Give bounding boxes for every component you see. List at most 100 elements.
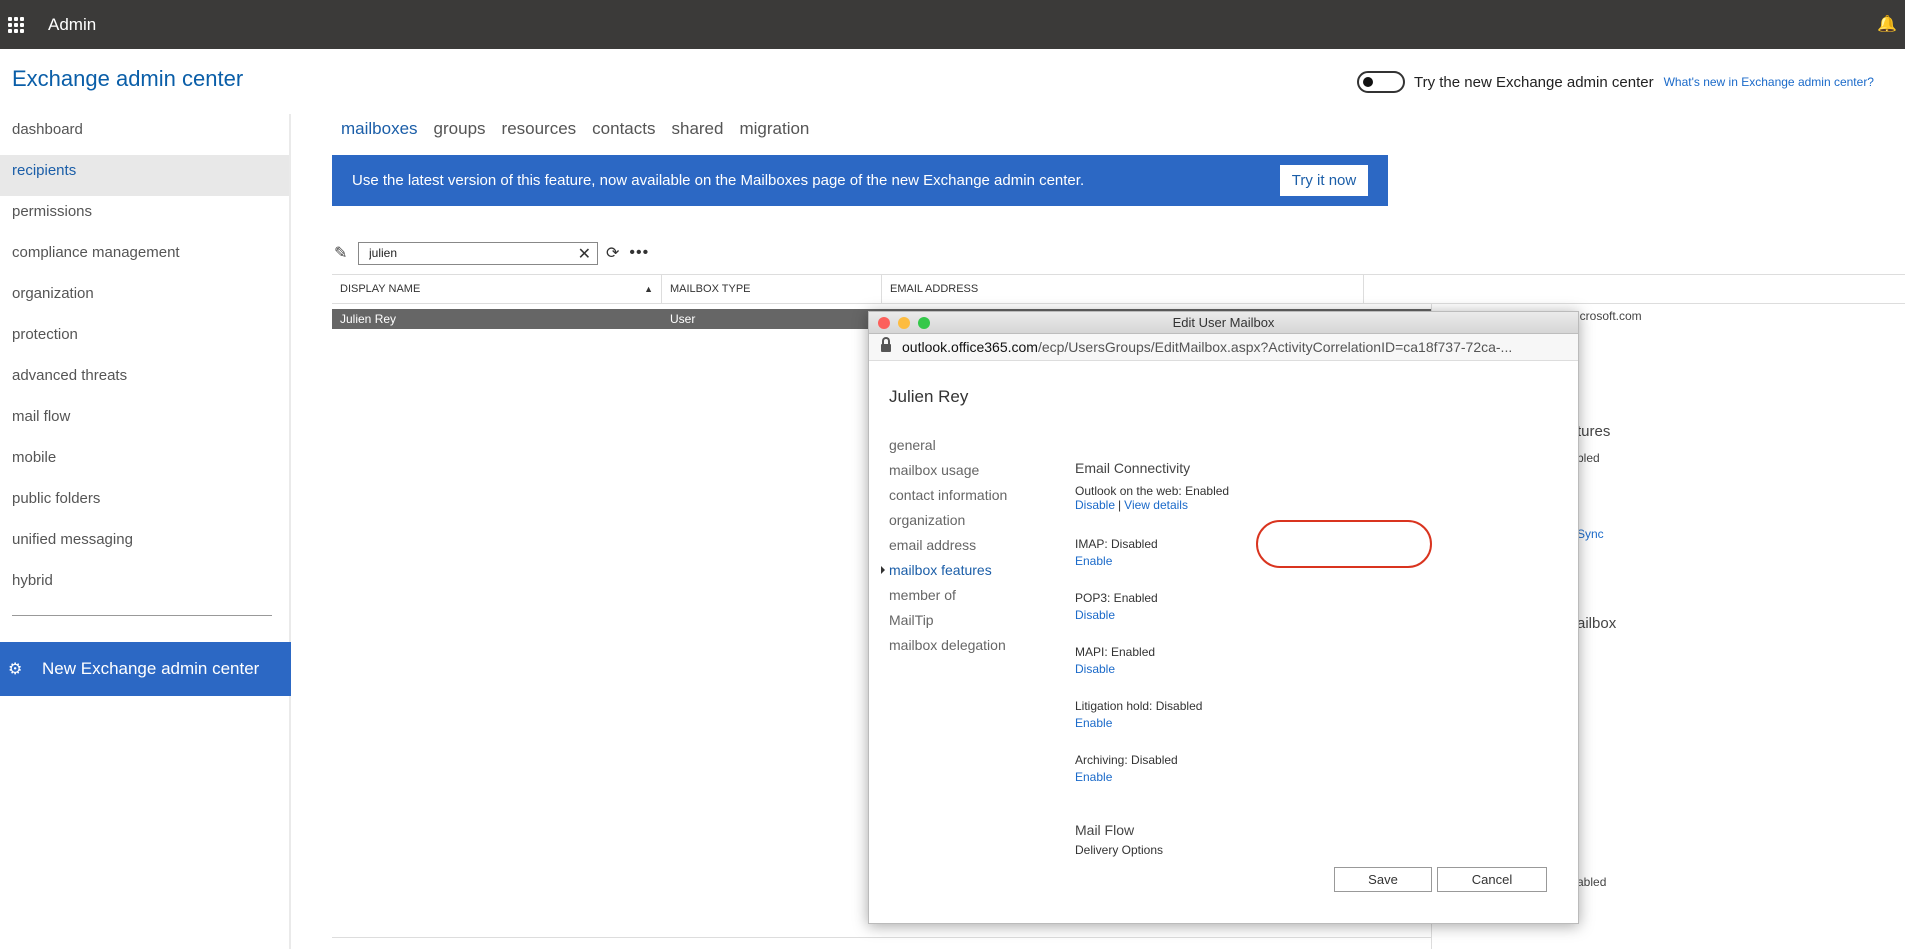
lock-icon: [881, 337, 891, 352]
section-member-of[interactable]: member of: [889, 584, 1007, 609]
nav-item-dashboard[interactable]: dashboard: [0, 114, 289, 155]
archiving-status: Archiving: Disabled: [1075, 753, 1178, 767]
details-mailbox-partial: ailbox: [1577, 615, 1617, 632]
pop3-status: POP3: Enabled: [1075, 591, 1158, 605]
window-title: Edit User Mailbox: [1172, 315, 1275, 330]
search-input[interactable]: [359, 242, 569, 264]
email-connectivity-heading: Email Connectivity: [1075, 460, 1191, 476]
app-launcher-icon[interactable]: [8, 16, 24, 33]
feature-delivery-options: Delivery Options: [1075, 843, 1163, 857]
refresh-icon[interactable]: ⟳: [606, 243, 619, 263]
feature-litigation-hold: Litigation hold: Disabled Enable: [1075, 699, 1202, 730]
toggle-knob: [1363, 77, 1373, 87]
url-path: /ecp/UsersGroups/EditMailbox.aspx?Activi…: [1037, 339, 1513, 355]
mail-flow-heading: Mail Flow: [1075, 822, 1135, 838]
new-eac-button[interactable]: ⚙ New Exchange admin center: [0, 642, 291, 696]
tab-contacts[interactable]: contacts: [592, 119, 655, 139]
nav-item-protection[interactable]: protection: [0, 319, 289, 360]
section-mailbox-delegation[interactable]: mailbox delegation: [889, 634, 1007, 659]
table-header: DISPLAY NAME ▲ MAILBOX TYPE EMAIL ADDRES…: [332, 274, 1905, 304]
owa-disable-link[interactable]: Disable: [1075, 498, 1115, 512]
nav-item-hybrid[interactable]: hybrid: [0, 565, 289, 606]
nav-item-public-folders[interactable]: public folders: [0, 483, 289, 524]
zoom-window-button[interactable]: [918, 317, 930, 329]
exchange-icon: ⚙: [8, 661, 23, 678]
section-email-address[interactable]: email address: [889, 534, 1007, 559]
window-titlebar: Edit User Mailbox: [869, 312, 1578, 334]
section-mailbox-usage[interactable]: mailbox usage: [889, 459, 1007, 484]
details-sync-partial[interactable]: Sync: [1577, 527, 1604, 541]
search-box: ✕: [358, 241, 598, 265]
edit-user-mailbox-window: Edit User Mailbox outlook.office365.com /…: [868, 311, 1579, 924]
section-mailtip[interactable]: MailTip: [889, 609, 1007, 634]
notification-bell-icon[interactable]: 🔔: [1877, 14, 1897, 34]
whats-new-link[interactable]: What's new in Exchange admin center?: [1664, 75, 1874, 89]
pop3-disable-link[interactable]: Disable: [1075, 608, 1158, 622]
col-display-name-label: DISPLAY NAME: [340, 283, 421, 295]
col-display-name[interactable]: DISPLAY NAME ▲: [332, 275, 662, 304]
nav-item-compliance-management[interactable]: compliance management: [0, 237, 289, 278]
page-title: Exchange admin center: [12, 66, 244, 91]
section-general[interactable]: general: [889, 434, 1007, 459]
url-bar[interactable]: outlook.office365.com/ecp/UsersGroups/Ed…: [869, 334, 1578, 361]
new-eac-toggle-group: Try the new Exchange admin center What's…: [1357, 71, 1874, 93]
mailbox-user-name: Julien Rey: [889, 387, 969, 406]
tab-resources[interactable]: resources: [502, 119, 577, 139]
new-eac-toggle[interactable]: [1357, 71, 1405, 93]
tab-groups[interactable]: groups: [434, 119, 486, 139]
mapi-status: MAPI: Enabled: [1075, 645, 1156, 659]
mailbox-section-nav: general mailbox usage contact informatio…: [880, 434, 1007, 659]
close-window-button[interactable]: [878, 317, 890, 329]
sort-ascending-icon: ▲: [644, 284, 653, 294]
feature-mapi: MAPI: Enabled Disable: [1075, 645, 1155, 676]
imap-highlight-circle: [1256, 520, 1432, 568]
details-enabled-partial-2: abled: [1577, 875, 1607, 889]
owa-view-details-link[interactable]: View details: [1124, 498, 1188, 512]
litigation-enable-link[interactable]: Enable: [1075, 716, 1202, 730]
nav-item-mail-flow[interactable]: mail flow: [0, 401, 289, 442]
minimize-window-button[interactable]: [898, 317, 910, 329]
cell-mailbox-type: User: [670, 312, 696, 326]
clear-search-icon[interactable]: ✕: [578, 244, 591, 264]
edit-pencil-icon[interactable]: ✎: [334, 243, 354, 263]
url-host: outlook.office365.com: [902, 339, 1038, 355]
section-contact-information[interactable]: contact information: [889, 484, 1007, 509]
col-email-address[interactable]: EMAIL ADDRESS: [882, 275, 1364, 304]
owa-status: Outlook on the web: Enabled: [1075, 484, 1230, 498]
owa-links: Disable | View details: [1075, 498, 1188, 512]
tab-migration[interactable]: migration: [739, 119, 809, 139]
new-eac-banner: Use the latest version of this feature, …: [332, 155, 1388, 206]
imap-enable-link[interactable]: Enable: [1075, 554, 1158, 568]
tab-shared[interactable]: shared: [671, 119, 723, 139]
save-button[interactable]: Save: [1334, 867, 1432, 892]
owa-separator: |: [1118, 498, 1122, 512]
left-nav: dashboard recipients permissions complia…: [0, 114, 291, 949]
section-organization[interactable]: organization: [889, 509, 1007, 534]
more-options-icon[interactable]: •••: [629, 244, 649, 262]
nav-item-advanced-threats[interactable]: advanced threats: [0, 360, 289, 401]
table-bottom-rule: [332, 937, 1432, 938]
delivery-options-label: Delivery Options: [1075, 843, 1164, 857]
recipient-tabs: mailboxes groups resources contacts shar…: [341, 119, 825, 139]
details-email-partial: icrosoft.com: [1577, 309, 1642, 323]
col-mailbox-type[interactable]: MAILBOX TYPE: [662, 275, 882, 304]
try-it-now-button[interactable]: Try it now: [1280, 165, 1368, 196]
list-toolbar: ✎ ✕ ⟳ •••: [334, 241, 649, 265]
cancel-button[interactable]: Cancel: [1437, 867, 1547, 892]
nav-item-unified-messaging[interactable]: unified messaging: [0, 524, 289, 565]
tab-mailboxes[interactable]: mailboxes: [341, 119, 418, 139]
archiving-enable-link[interactable]: Enable: [1075, 770, 1178, 784]
nav-item-mobile[interactable]: mobile: [0, 442, 289, 483]
nav-item-organization[interactable]: organization: [0, 278, 289, 319]
feature-imap: IMAP: Disabled Enable: [1075, 537, 1158, 568]
feature-archiving: Archiving: Disabled Enable: [1075, 753, 1178, 784]
nav-item-permissions[interactable]: permissions: [0, 196, 289, 237]
nav-divider: [12, 615, 272, 616]
mapi-disable-link[interactable]: Disable: [1075, 662, 1155, 676]
details-enabled-partial: bled: [1577, 451, 1600, 465]
nav-item-recipients[interactable]: recipients: [0, 155, 289, 196]
details-features-partial: tures: [1577, 423, 1611, 440]
section-mailbox-features[interactable]: mailbox features: [880, 559, 1007, 584]
top-bar: Admin 🔔: [0, 0, 1905, 49]
toggle-label: Try the new Exchange admin center: [1414, 73, 1654, 91]
